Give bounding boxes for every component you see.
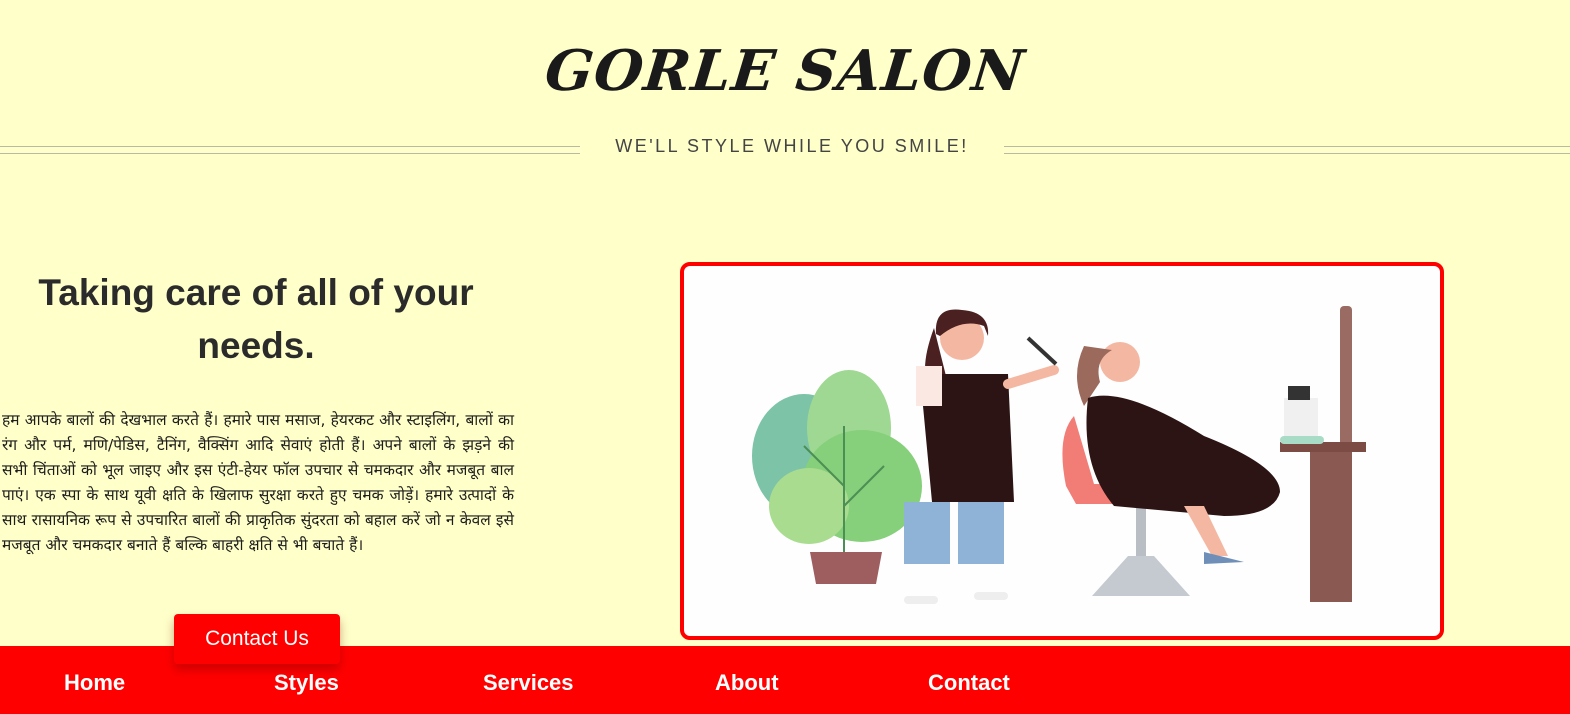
section-description: हम आपके बालों की देखभाल करते हैं। हमारे … [2, 411, 514, 554]
tagline-divider-left [0, 146, 580, 154]
nav-about[interactable]: About [715, 670, 779, 696]
salon-illustration-card [680, 262, 1444, 640]
tagline-divider-right [1004, 146, 1570, 154]
client-illustration [1077, 342, 1280, 564]
nav-home[interactable]: Home [64, 670, 125, 696]
contact-us-button[interactable]: Contact Us [174, 614, 340, 664]
nav-services[interactable]: Services [483, 670, 574, 696]
site-header: GORLE SALON WE'LL STYLE WHILE YOU SMILE! [0, 0, 1570, 170]
nav-styles[interactable]: Styles [274, 670, 339, 696]
nav-contact[interactable]: Contact [928, 670, 1010, 696]
stylist-illustration [904, 309, 1059, 604]
salon-illustration [752, 306, 1366, 604]
brand-logo[interactable]: GORLE SALON [0, 38, 1570, 104]
tagline: WE'LL STYLE WHILE YOU SMILE! [615, 136, 969, 156]
plant-illustration [752, 370, 922, 584]
section-heading: Taking care of all of your needs. [38, 272, 474, 366]
mirror-station-illustration [1280, 306, 1366, 602]
